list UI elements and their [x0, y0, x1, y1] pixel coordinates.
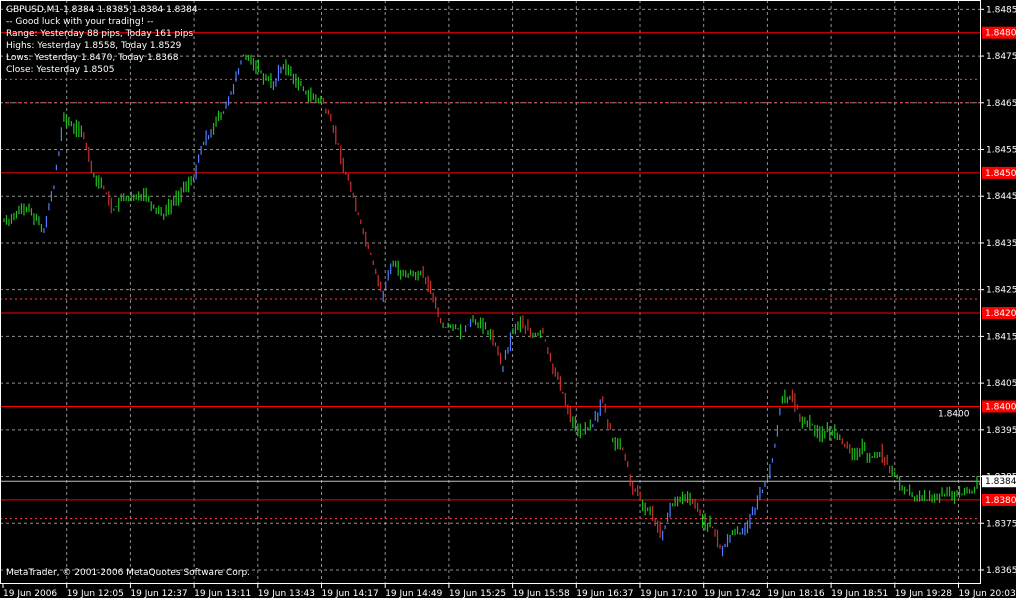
level-tag-label: 1.8420	[985, 309, 1016, 319]
y-tick-label: 1.8395	[986, 426, 1016, 436]
lows-line: Lows: Yesterday 1.8470, Today 1.8368	[6, 53, 179, 63]
range-line: Range: Yesterday 88 pips, Today 161 pips	[6, 29, 193, 39]
x-tick-label: 19 Jun 17:42	[704, 589, 761, 598]
copyright-text: MetaTrader, © 2001-2006 MetaQuotes Softw…	[6, 568, 250, 578]
x-tick-label: 19 Jun 2006	[3, 589, 57, 598]
y-tick-label: 1.8485	[986, 5, 1016, 15]
close-line: Close: Yesterday 1.8505	[6, 65, 114, 75]
x-tick-label: 19 Jun 12:05	[67, 589, 124, 598]
x-tick-label: 19 Jun 18:51	[831, 589, 888, 598]
x-tick-label: 19 Jun 16:37	[576, 589, 633, 598]
chart-background	[0, 0, 1016, 598]
highs-line: Highs: Yesterday 1.8558, Today 1.8529	[6, 41, 182, 51]
y-tick-label: 1.8435	[986, 239, 1016, 249]
price-chart[interactable]: 1.8485 1.8475 1.8465 1.8455 1.8445 1.8435 1.84…	[0, 0, 1016, 598]
greeting-line: -- Good luck with your trading! --	[6, 17, 154, 27]
x-tick-label: 19 Jun 17:10	[640, 589, 697, 598]
x-tick-label: 19 Jun 13:43	[258, 589, 315, 598]
x-tick-label: 19 Jun 14:17	[322, 589, 379, 598]
symbol-line: GBPUSD,M1 1.8384 1.8385 1.8384 1.8384	[6, 5, 198, 15]
x-tick-label: 19 Jun 12:37	[130, 589, 187, 598]
x-tick-label: 19 Jun 15:25	[449, 589, 506, 598]
level-tag-label: 1.8450	[985, 169, 1016, 179]
level-tag-label: 1.8380	[985, 496, 1016, 506]
x-tick-label: 19 Jun 20:03	[959, 589, 1016, 598]
level-tag-label: 1.8480	[985, 29, 1016, 39]
y-tick-label: 1.8475	[986, 52, 1016, 62]
y-tick-label: 1.8375	[986, 519, 1016, 529]
x-tick-label: 19 Jun 19:28	[895, 589, 952, 598]
y-tick-label: 1.8415	[986, 332, 1016, 342]
x-tick-label: 19 Jun 13:11	[194, 589, 251, 598]
y-tick-label: 1.8365	[986, 566, 1016, 576]
y-tick-label: 1.8445	[986, 192, 1016, 202]
x-tick-label: 19 Jun 15:58	[513, 589, 570, 598]
y-tick-label: 1.8405	[986, 379, 1016, 389]
level-tag-label: 1.8400	[985, 402, 1016, 412]
y-tick-label: 1.8465	[986, 99, 1016, 109]
x-tick-label: 19 Jun 18:16	[767, 589, 824, 598]
y-tick-label: 1.8425	[986, 286, 1016, 296]
current-price-tag-label: 1.8384	[985, 477, 1016, 487]
y-tick-label: 1.8455	[986, 146, 1016, 156]
x-tick-label: 19 Jun 14:49	[385, 589, 442, 598]
annotation-label: 1.8400	[938, 409, 970, 419]
